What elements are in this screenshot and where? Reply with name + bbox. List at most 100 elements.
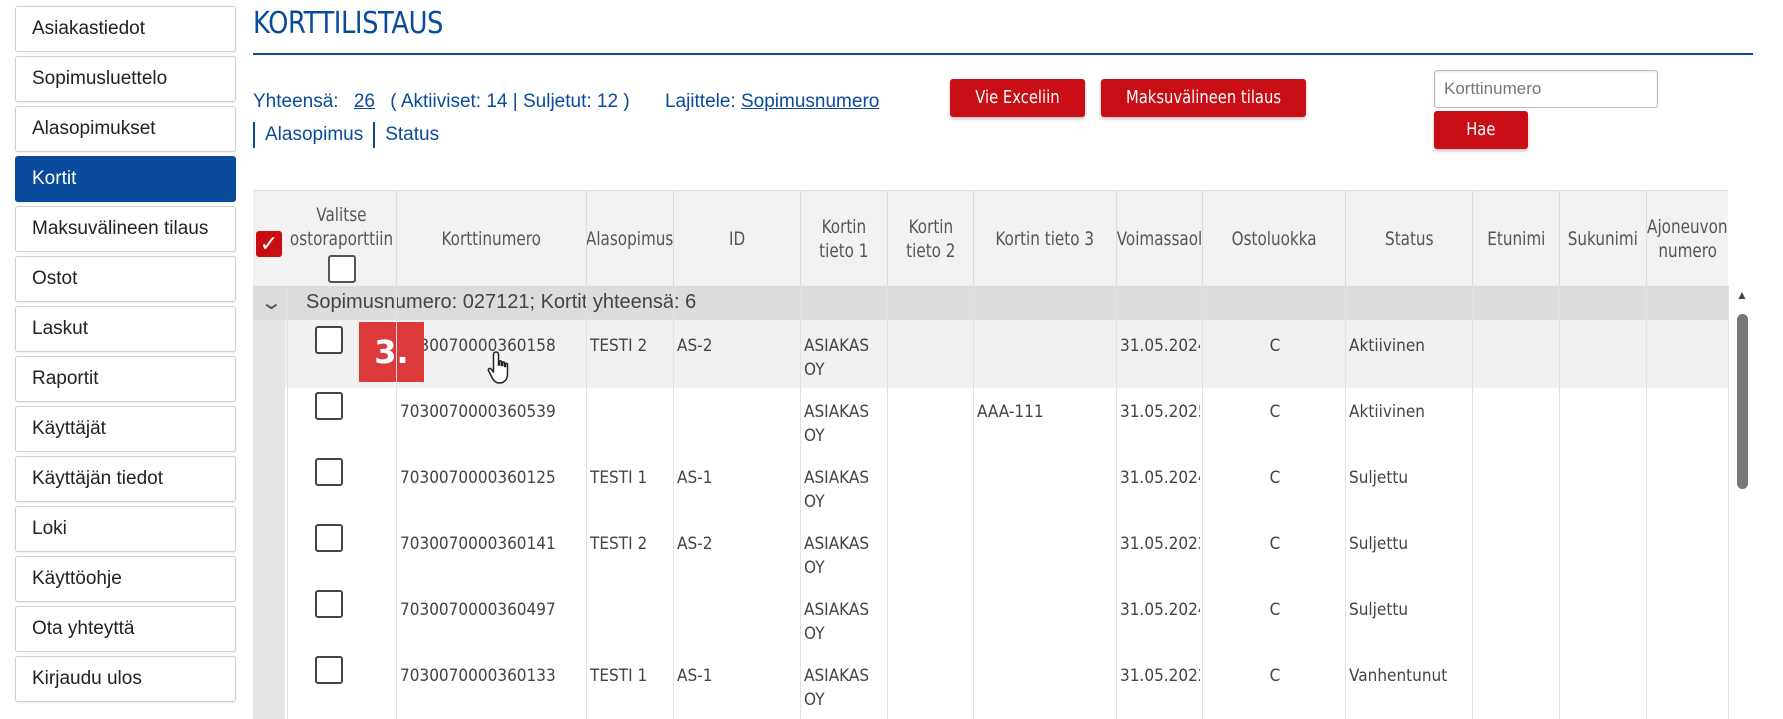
column-divider <box>396 286 397 719</box>
column-header-first-name-label: Etunimi <box>1486 228 1546 250</box>
cell-info1-line1: ASIAKAS <box>804 534 870 554</box>
cell-card-number: 7030070000360497 <box>400 584 584 652</box>
column-divider <box>1116 286 1117 719</box>
column-header-sub-contract[interactable]: Alasopimus <box>586 191 673 287</box>
column-header-info1-line1: Kortin <box>821 216 867 238</box>
scroll-thumb[interactable] <box>1737 314 1748 489</box>
sidebar-item-kayttoohje[interactable]: Käyttöohje <box>15 556 236 602</box>
row-select-checkbox[interactable] <box>315 392 343 420</box>
export-excel-button[interactable]: Vie Exceliin <box>950 79 1085 117</box>
column-header-info1[interactable]: Kortin tieto 1 <box>800 191 887 287</box>
row-select-checkbox[interactable] <box>315 326 343 354</box>
search-button[interactable]: Hae <box>1434 111 1528 149</box>
row-select-checkbox[interactable] <box>315 656 343 684</box>
row-select-checkbox[interactable] <box>315 590 343 618</box>
cell-sub-contract-text: TESTI 2 <box>590 534 648 554</box>
column-divider <box>887 286 888 719</box>
cell-status: Suljettu <box>1349 452 1470 520</box>
cell-sub-contract: TESTI 1 <box>590 650 671 718</box>
cell-id: AS-1 <box>677 650 798 718</box>
cell-id: AS-2 <box>677 320 798 388</box>
sidebar-item-kayttajan-tiedot[interactable]: Käyttäjän tiedot <box>15 456 236 502</box>
cell-info1-line1: ASIAKAS <box>804 666 870 686</box>
cell-info1-line2: OY <box>804 492 825 512</box>
column-header-card-number[interactable]: Korttinumero <box>396 191 586 287</box>
column-header-id-label: ID <box>728 228 746 250</box>
sidebar-item-loki[interactable]: Loki <box>15 506 236 552</box>
cell-info1: ASIAKAS OY <box>804 650 885 718</box>
checkmark-icon[interactable]: ✓ <box>256 231 282 257</box>
sort-option-sopimusnumero[interactable]: Sopimusnumero <box>741 91 879 112</box>
table-row[interactable]: 7030070000360539 ASIAKAS OY AAA-111 31.05.20… <box>285 386 1728 454</box>
cell-info1-line2: OY <box>804 690 825 710</box>
sidebar-item-maksuvalineen-tilaus[interactable]: Maksuvälineen tilaus <box>15 206 236 252</box>
table-row[interactable]: 7030070000360125 TESTI 1 AS-1 ASIAKAS OY 31.0… <box>285 452 1728 520</box>
cell-status-text: Aktiivinen <box>1349 336 1425 356</box>
sidebar-item-kayttajat[interactable]: Käyttäjät <box>15 406 236 452</box>
cell-info3 <box>977 320 1114 388</box>
cell-card-number: 7030070000360141 <box>400 518 584 586</box>
select-all-checkbox[interactable] <box>327 255 356 283</box>
sidebar-item-ostot[interactable]: Ostot <box>15 256 236 302</box>
column-header-vehicle-line1: Ajoneuvon <box>1647 216 1728 238</box>
row-select-checkbox[interactable] <box>315 458 343 486</box>
column-header-purchase-class[interactable]: Ostoluokka <box>1202 191 1345 287</box>
column-header-status-label: Status <box>1384 228 1434 250</box>
column-header-info3[interactable]: Kortin tieto 3 <box>973 191 1116 287</box>
cell-status-text: Suljettu <box>1349 600 1409 620</box>
sidebar-item-asiakastiedot[interactable]: Asiakastiedot <box>15 6 236 52</box>
cell-id <box>677 386 798 454</box>
cell-info3: AAA-111 <box>977 386 1114 454</box>
cell-purchase-class: C <box>1206 518 1343 586</box>
row-select-checkbox[interactable] <box>315 524 343 552</box>
cards-table: Valitse ostoraporttiin Korttinumero Alas… <box>253 190 1728 719</box>
cell-sub-contract <box>590 386 671 454</box>
column-header-vehicle[interactable]: Ajoneuvon numero <box>1646 191 1728 287</box>
cell-card-number-text: 7030070000360141 <box>400 534 556 554</box>
sidebar-item-kirjaudu-ulos[interactable]: Kirjaudu ulos <box>15 656 236 702</box>
order-payment-method-button[interactable]: Maksuvälineen tilaus <box>1101 79 1306 117</box>
sidebar-item-alasopimukset[interactable]: Alasopimukset <box>15 106 236 152</box>
sidebar-item-ota-yhteytta[interactable]: Ota yhteyttä <box>15 606 236 652</box>
column-divider <box>1472 286 1473 719</box>
column-header-select-line1: Valitse <box>316 204 367 226</box>
cell-status-text: Vanhentunut <box>1349 666 1448 686</box>
scroll-up-arrow-icon[interactable]: ▲ <box>1736 288 1748 302</box>
sidebar-item-laskut[interactable]: Laskut <box>15 306 236 352</box>
cell-info1-line2: OY <box>804 426 825 446</box>
column-header-valid[interactable]: Voimassaol <box>1116 191 1202 287</box>
sidebar-item-kortit[interactable]: Kortit <box>15 156 236 202</box>
chevron-down-icon[interactable]: ⌄ <box>260 290 283 315</box>
cell-purchase-class-text: C <box>1269 402 1280 422</box>
column-header-vehicle-line2: numero <box>1658 240 1717 262</box>
column-header-info2-line1: Kortin <box>908 216 953 238</box>
sort-option-status[interactable]: Status <box>385 124 439 145</box>
group-header-row[interactable]: ⌄ Sopimusnumero: 027121; Kortit yhteensä… <box>253 286 1728 320</box>
column-divider <box>1646 286 1647 719</box>
sidebar-item-sopimusluettelo[interactable]: Sopimusluettelo <box>15 56 236 102</box>
column-header-first-name[interactable]: Etunimi <box>1472 191 1559 287</box>
column-header-info2[interactable]: Kortin tieto 2 <box>887 191 973 287</box>
column-header-info3-label: Kortin tieto 3 <box>995 228 1095 250</box>
card-number-search-input[interactable] <box>1434 70 1658 108</box>
sort-option-alasopimus[interactable]: Alasopimus <box>265 124 363 145</box>
cell-id-text: AS-2 <box>677 534 713 554</box>
column-header-select-line2: ostoraporttiin <box>289 228 394 250</box>
total-count-link[interactable]: 26 <box>354 91 375 112</box>
cell-sub-contract: TESTI 2 <box>590 320 671 388</box>
table-row[interactable]: 7030070000360133 TESTI 1 AS-1 ASIAKAS OY 31.0… <box>285 650 1728 718</box>
cell-valid-text: 31.05.2025 <box>1120 402 1200 422</box>
table-scrollbar[interactable]: ▲ <box>1733 286 1751 719</box>
table-row[interactable]: 7030070000360497 ASIAKAS OY 31.05.2024 C Sulj… <box>285 584 1728 652</box>
column-header-id[interactable]: ID <box>673 191 800 287</box>
cell-valid-text: 31.05.2022 <box>1120 534 1200 554</box>
column-header-status[interactable]: Status <box>1345 191 1472 287</box>
cell-purchase-class: C <box>1206 650 1343 718</box>
sidebar-item-raportit[interactable]: Raportit <box>15 356 236 402</box>
table-row[interactable]: 7030070000360141 TESTI 2 AS-2 ASIAKAS OY 31.0… <box>285 518 1728 586</box>
column-header-last-name[interactable]: Sukunimi <box>1559 191 1646 287</box>
summary-line: Yhteensä: 26 ( Aktiiviset: 14 | Suljetut… <box>253 91 879 113</box>
cell-purchase-class-text: C <box>1269 468 1280 488</box>
cell-info1-line1: ASIAKAS <box>804 402 870 422</box>
cell-valid: 31.05.2024 <box>1120 452 1200 520</box>
